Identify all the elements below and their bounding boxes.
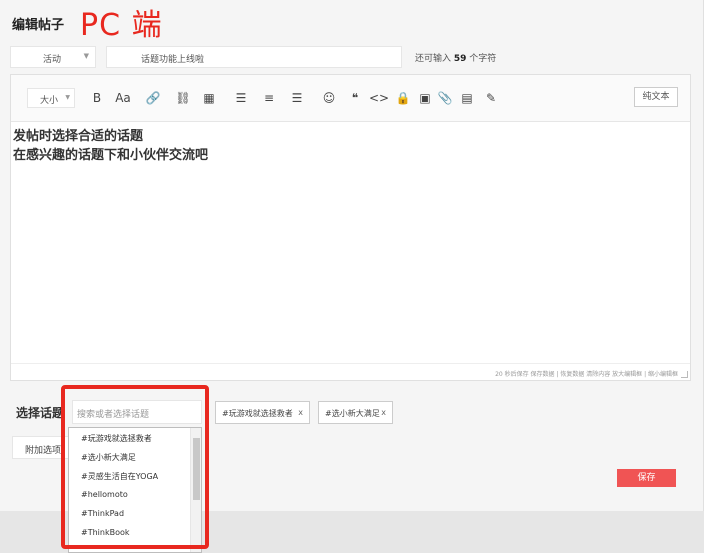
rich-text-editor: 大小 ▼ B Aa 🔗 ⛓ ▦ ☰ ≡ ☰ ☺ ❝ <> 🔒 ▣ 📎 ▤ ✎ 纯文本 发帖时选择合适的话题 在… [10, 74, 691, 381]
bold-icon[interactable]: B [87, 89, 107, 107]
font-size-label: 大小 [40, 96, 59, 106]
char-hint-suffix: 个字符 [469, 54, 497, 64]
overlay-annotation-label: PC 端 [80, 8, 163, 43]
emoji-icon[interactable]: ☺ [319, 89, 339, 107]
char-hint-count: 59 [453, 54, 467, 64]
page-title: 编辑帖子 [12, 18, 65, 33]
chip-label: #玩游戏就选拯救者 [222, 409, 293, 418]
align-right-icon[interactable]: ☰ [287, 89, 307, 107]
chevron-down-icon: ▼ [65, 94, 70, 101]
align-center-icon[interactable]: ≡ [259, 89, 279, 107]
plain-text-button[interactable]: 纯文本 [634, 87, 678, 107]
font-size-select[interactable]: 大小 ▼ [27, 88, 75, 108]
save-button[interactable]: 保存 [617, 469, 676, 487]
table-icon[interactable]: ▦ [199, 89, 219, 107]
brush-icon[interactable]: ✎ [481, 89, 501, 107]
char-hint-prefix: 还可输入 [415, 54, 452, 64]
post-title-input[interactable]: 话题功能上线啦 [106, 46, 402, 68]
status-text[interactable]: 20 秒后保存 保存数据 | 恢复数据 清除内容 放大编辑框 | 缩小编辑框 [495, 369, 678, 378]
attachment-icon[interactable]: 📎 [435, 89, 455, 107]
video-icon[interactable]: ▤ [457, 89, 477, 107]
char-count-hint: 还可输入 59 个字符 [415, 51, 496, 64]
editor-toolbar: 大小 ▼ B Aa 🔗 ⛓ ▦ ☰ ≡ ☰ ☺ ❝ <> 🔒 ▣ 📎 ▤ ✎ 纯文本 [11, 75, 690, 122]
post-type-select[interactable]: 活动 ▼ [10, 46, 96, 68]
selected-topic-chip: #玩游戏就选拯救者 x [215, 401, 310, 424]
highlight-frame [61, 385, 209, 549]
unlink-icon[interactable]: ⛓ [173, 89, 193, 107]
image-icon[interactable]: ▣ [415, 89, 435, 107]
resize-grip-icon[interactable] [681, 371, 688, 378]
font-icon[interactable]: Aa [113, 89, 133, 107]
editor-content[interactable]: 发帖时选择合适的话题 在感兴趣的话题下和小伙伴交流吧 [13, 127, 208, 165]
lock-icon[interactable]: 🔒 [393, 89, 413, 107]
chevron-down-icon: ▼ [83, 52, 89, 60]
chip-label: #选小新大满足 [325, 409, 380, 418]
code-icon[interactable]: <> [369, 89, 389, 107]
post-type-value: 活动 [43, 55, 62, 65]
content-line: 在感兴趣的话题下和小伙伴交流吧 [13, 148, 209, 163]
content-line: 发帖时选择合适的话题 [13, 129, 144, 144]
remove-chip-icon[interactable]: x [298, 408, 303, 417]
selected-topic-chip: #选小新大满足 x [318, 401, 393, 424]
topic-label: 选择话题 [16, 406, 65, 420]
quote-icon[interactable]: ❝ [345, 89, 365, 107]
align-left-icon[interactable]: ☰ [231, 89, 251, 107]
remove-chip-icon[interactable]: x [381, 408, 386, 417]
editor-status-bar: 20 秒后保存 保存数据 | 恢复数据 清除内容 放大编辑框 | 缩小编辑框 [11, 363, 690, 380]
link-icon[interactable]: 🔗 [143, 89, 163, 107]
